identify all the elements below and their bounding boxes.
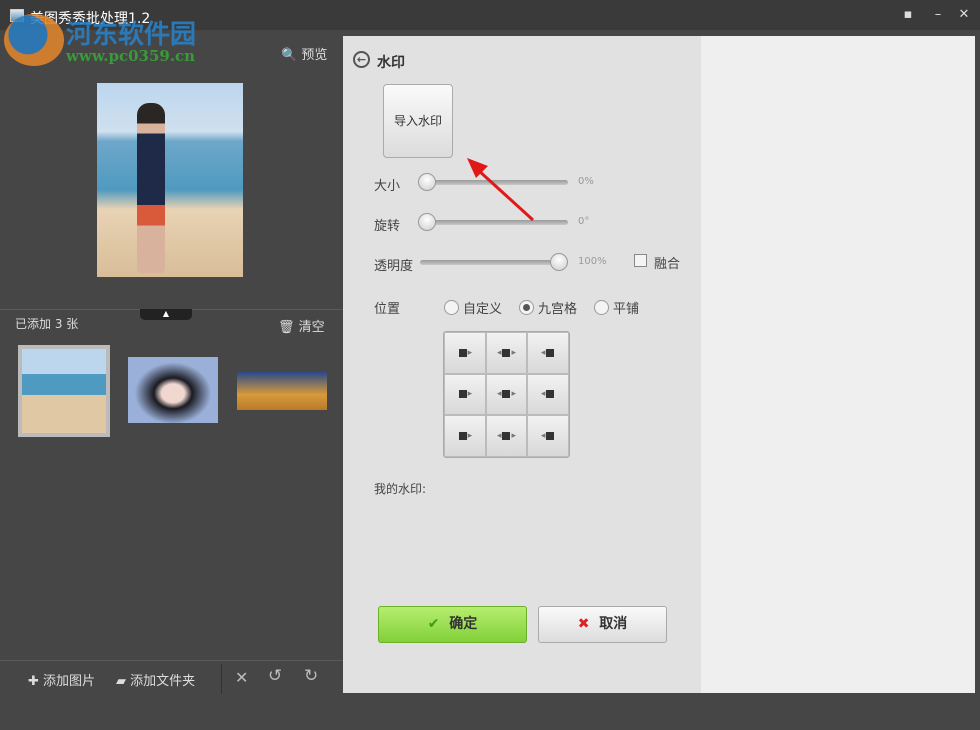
position-middle-right[interactable]: ◂ bbox=[527, 373, 569, 416]
cancel-label: 取消 bbox=[599, 616, 628, 632]
right-panel bbox=[701, 36, 975, 693]
opacity-value: 100% bbox=[578, 256, 607, 267]
rotate-left-icon[interactable]: ↺ bbox=[268, 666, 282, 686]
collapse-toggle[interactable]: ▲ bbox=[140, 309, 192, 320]
blend-label: 融合 bbox=[654, 257, 681, 272]
x-icon: ✖ bbox=[577, 616, 590, 632]
radio-grid[interactable] bbox=[519, 300, 534, 315]
watermark-text: 河东软件园 bbox=[66, 20, 197, 50]
import-watermark-button[interactable]: 导入水印 bbox=[383, 84, 453, 158]
radio-tile[interactable] bbox=[594, 300, 609, 315]
preview-icon: 🔍 bbox=[281, 48, 298, 63]
size-slider[interactable] bbox=[418, 173, 568, 191]
blend-checkbox[interactable] bbox=[634, 254, 647, 267]
clear-button[interactable]: 🗑 清空 bbox=[278, 316, 325, 335]
watermark-logo bbox=[4, 14, 64, 66]
position-bottom-center[interactable]: ◂ ▸ bbox=[485, 415, 528, 457]
watermark-url: www.pc0359.cn bbox=[66, 47, 196, 65]
back-arrow-icon[interactable]: ← bbox=[353, 51, 370, 68]
position-top-left[interactable]: ▸ bbox=[444, 332, 486, 374]
size-slider-knob[interactable] bbox=[418, 173, 436, 191]
watermark-panel: ← 水印 导入水印 大小 0% 旋转 0° 透明度 100% 融合 位置 自定义… bbox=[343, 36, 701, 693]
divider bbox=[0, 660, 343, 661]
preview-button[interactable]: 🔍 预览 bbox=[281, 44, 327, 63]
thumbnail-3[interactable] bbox=[237, 372, 327, 410]
position-top-right[interactable]: ◂ bbox=[527, 332, 569, 374]
radio-tile-label: 平铺 bbox=[613, 302, 640, 317]
confirm-label: 确定 bbox=[449, 616, 478, 632]
preview-label: 预览 bbox=[301, 48, 328, 63]
radio-grid-label: 九宫格 bbox=[538, 302, 578, 317]
my-watermark-label: 我的水印: bbox=[374, 482, 427, 496]
position-label: 位置 bbox=[374, 302, 401, 317]
add-image-button[interactable]: ✚ 添加图片 bbox=[28, 670, 95, 689]
added-count: 已添加 3 张 bbox=[15, 317, 79, 331]
rotate-slider[interactable] bbox=[418, 213, 568, 231]
plus-icon: ✚ bbox=[28, 674, 39, 689]
add-folder-button[interactable]: ▰ 添加文件夹 bbox=[116, 670, 195, 689]
position-middle-left[interactable]: ▸ bbox=[444, 373, 486, 416]
thumbnail-1[interactable] bbox=[18, 345, 110, 437]
toolbar-separator bbox=[221, 664, 222, 694]
radio-custom[interactable] bbox=[444, 300, 459, 315]
check-icon: ✔ bbox=[427, 616, 440, 632]
minimize-button[interactable]: – bbox=[928, 6, 948, 24]
add-folder-label: 添加文件夹 bbox=[130, 674, 196, 689]
size-value: 0% bbox=[578, 176, 594, 187]
position-grid: ▸ ◂ ▸ ◂ ▸ ◂ ▸ ◂ ▸ ◂ ▸ ◂ bbox=[443, 331, 570, 458]
size-label: 大小 bbox=[374, 179, 401, 194]
opacity-label: 透明度 bbox=[374, 259, 414, 274]
panel-title: 水印 bbox=[377, 55, 405, 71]
radio-custom-label: 自定义 bbox=[463, 302, 503, 317]
position-bottom-right[interactable]: ◂ bbox=[527, 415, 569, 457]
cancel-button[interactable]: ✖ 取消 bbox=[538, 606, 667, 643]
position-top-center[interactable]: ◂ ▸ bbox=[485, 332, 528, 374]
rotate-right-icon[interactable]: ↻ bbox=[304, 666, 318, 686]
rotate-value: 0° bbox=[578, 216, 590, 227]
thumbnail-2[interactable] bbox=[128, 357, 218, 423]
folder-icon: ▰ bbox=[116, 674, 126, 689]
confirm-button[interactable]: ✔ 确定 bbox=[378, 606, 527, 643]
position-bottom-left[interactable]: ▸ bbox=[444, 415, 486, 457]
rotate-slider-knob[interactable] bbox=[418, 213, 436, 231]
feedback-icon[interactable]: ▪ bbox=[898, 6, 918, 24]
delete-icon[interactable]: ✕ bbox=[235, 668, 248, 687]
opacity-slider[interactable] bbox=[420, 253, 568, 271]
clear-label: 清空 bbox=[298, 320, 325, 335]
trash-icon: 🗑 bbox=[278, 320, 295, 335]
main-preview-image bbox=[97, 83, 243, 277]
rotate-label: 旋转 bbox=[374, 219, 401, 234]
position-center[interactable]: ◂ ▸ bbox=[485, 373, 528, 416]
close-button[interactable]: ✕ bbox=[954, 6, 974, 24]
opacity-slider-knob[interactable] bbox=[550, 253, 568, 271]
add-image-label: 添加图片 bbox=[43, 674, 96, 689]
